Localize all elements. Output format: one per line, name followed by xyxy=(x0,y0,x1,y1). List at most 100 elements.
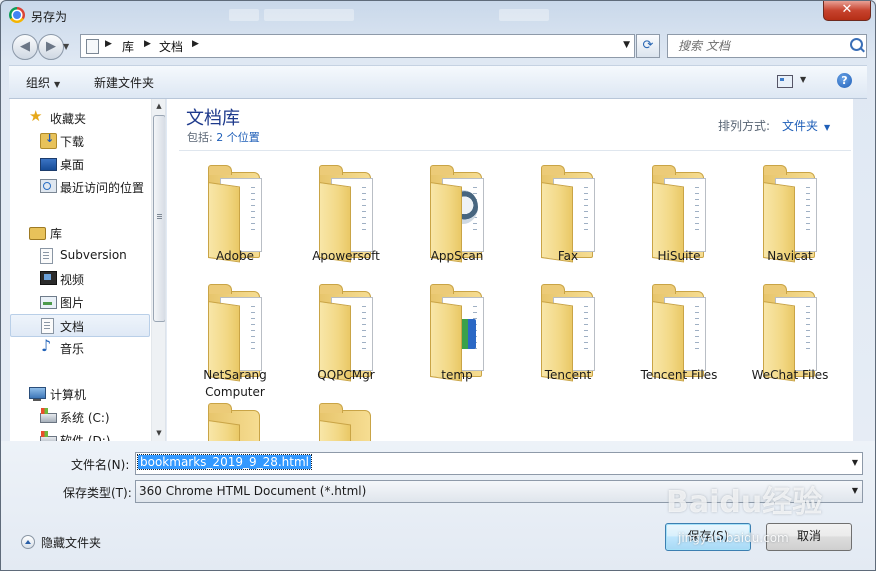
recent-places-icon xyxy=(40,179,57,193)
scroll-down-icon[interactable]: ▼ xyxy=(152,426,165,440)
chevron-down-icon[interactable]: ▼ xyxy=(852,486,858,495)
filetype-label: 保存类型(T): xyxy=(63,486,132,500)
folder-item[interactable]: QQPCMgr xyxy=(291,279,401,397)
search-icon[interactable] xyxy=(850,38,863,51)
folder-label: Tencent Files xyxy=(640,368,718,382)
background-ghost xyxy=(264,9,354,21)
nav-scrollbar[interactable]: ▲ ▼ xyxy=(151,99,165,441)
folder-item[interactable]: Tencent Files xyxy=(624,279,734,397)
folder-label: HiSuite xyxy=(657,249,701,263)
nav-item-music[interactable]: 音乐 xyxy=(10,336,148,358)
back-button[interactable]: ◀ xyxy=(12,34,38,60)
search-input[interactable] xyxy=(676,35,850,57)
arrange-by-label: 排列方式: xyxy=(718,119,771,133)
includes-prefix: 包括: xyxy=(187,131,213,144)
address-bar[interactable]: ▶ 库 ▶ 文档 ▶ ▼ xyxy=(80,34,635,58)
nav-item-drive-c[interactable]: 系统 (C:) xyxy=(10,406,148,427)
nav-item-videos[interactable]: 视频 xyxy=(10,268,148,289)
folder-item[interactable]: Apowersoft xyxy=(291,160,401,278)
folder-item[interactable]: AppScan xyxy=(402,160,512,278)
nav-item-pictures[interactable]: 图片 xyxy=(10,291,148,312)
library-icon xyxy=(29,227,46,240)
arrange-by-dropdown[interactable]: 文件夹 ▼ xyxy=(782,117,830,134)
help-icon[interactable]: ? xyxy=(837,73,852,88)
breadcrumb-library[interactable]: 库 xyxy=(122,38,134,55)
folder-label: Adobe xyxy=(216,249,254,263)
refresh-button[interactable]: ⟳ xyxy=(636,34,660,58)
organize-menu[interactable]: 组织 ▼ xyxy=(26,74,60,91)
document-icon xyxy=(41,318,54,334)
save-as-dialog: 另存为 ✕ ◀ ▶ ▼ ▶ 库 ▶ 文档 ▶ ▼ ⟳ 组织▼ 新建文件夹 ▼ ?… xyxy=(0,0,876,571)
nav-item-label: 图片 xyxy=(60,296,85,310)
navigation-pane: 收藏夹 下载 桌面 最近访问的位置 库 Subversion 视频 图片 xyxy=(10,99,166,441)
folder-front-icon xyxy=(319,420,351,441)
folder-item[interactable]: WeChat Files xyxy=(735,279,845,397)
nav-item-label: 下载 xyxy=(60,135,85,149)
nav-item-label: 最近访问的位置 xyxy=(60,181,145,195)
folder-label: Apowersoft xyxy=(312,249,380,263)
search-box[interactable] xyxy=(667,34,867,58)
chevron-down-icon[interactable]: ▼ xyxy=(852,458,858,467)
folder-item[interactable]: Fax xyxy=(513,160,623,278)
folder-label: Fax xyxy=(557,249,579,263)
pictures-icon xyxy=(40,296,57,309)
file-list-pane: 文档库 包括: 2 个位置 排列方式: 文件夹 ▼ Adobe Apowersof… xyxy=(167,99,853,441)
folder-item[interactable]: temp xyxy=(402,279,512,397)
nav-item-recent-places[interactable]: 最近访问的位置 xyxy=(10,176,148,197)
breadcrumb-separator-icon[interactable]: ▶ xyxy=(144,39,151,49)
chevron-down-icon: ▼ xyxy=(54,80,61,89)
forward-button[interactable]: ▶ xyxy=(38,34,64,60)
nav-item-label: 系统 (C:) xyxy=(60,411,110,425)
background-ghost xyxy=(499,9,549,21)
folder-item[interactable]: Navicat xyxy=(735,160,845,278)
filename-value[interactable]: bookmarks_2019_9_28.html xyxy=(136,454,313,470)
hide-folders-label: 隐藏文件夹 xyxy=(41,536,102,550)
folder-item[interactable]: HiSuite xyxy=(624,160,734,278)
folder-item[interactable] xyxy=(180,398,290,441)
nav-item-downloads[interactable]: 下载 xyxy=(10,130,148,151)
grip-icon xyxy=(157,214,162,215)
nav-favorites-label: 收藏夹 xyxy=(50,112,87,126)
nav-libraries[interactable]: 库 xyxy=(10,222,148,243)
nav-item-label: Subversion xyxy=(60,248,127,262)
nav-computer[interactable]: 计算机 xyxy=(10,383,148,404)
nav-item-label: 桌面 xyxy=(60,158,85,172)
hide-folders-toggle[interactable]: 隐藏文件夹 xyxy=(21,534,101,551)
new-folder-button[interactable]: 新建文件夹 xyxy=(94,74,154,91)
breadcrumb-separator-icon[interactable]: ▶ xyxy=(105,39,112,49)
nav-item-label: 视频 xyxy=(60,273,85,287)
nav-item-documents[interactable]: 文档 xyxy=(10,314,150,337)
scroll-thumb[interactable] xyxy=(153,115,165,322)
close-button[interactable]: ✕ xyxy=(823,1,871,21)
breadcrumb-documents[interactable]: 文档 xyxy=(159,38,183,55)
scroll-up-icon[interactable]: ▲ xyxy=(152,99,165,113)
arrange-by-value: 文件夹 xyxy=(782,119,819,133)
folder-item[interactable]: NetSarang Computer xyxy=(180,279,290,399)
view-options-dropdown[interactable]: ▼ xyxy=(800,75,806,84)
nav-item-desktop[interactable]: 桌面 xyxy=(10,153,148,174)
folder-label: WeChat Files xyxy=(751,368,829,382)
folder-item[interactable]: Tencent xyxy=(513,279,623,397)
change-view-icon[interactable] xyxy=(777,75,793,88)
nav-item-drive-d[interactable]: 软件 (D:) xyxy=(10,429,148,441)
computer-icon xyxy=(29,387,46,401)
includes-locations-link[interactable]: 2 个位置 xyxy=(216,131,260,144)
library-includes: 包括: 2 个位置 xyxy=(187,129,260,145)
folder-label: AppScan xyxy=(430,249,484,263)
filename-field[interactable]: bookmarks_2019_9_28.html ▼ xyxy=(135,452,863,475)
organize-label: 组织 xyxy=(26,76,51,90)
folder-item[interactable]: Adobe xyxy=(180,160,290,278)
filename-label: 文件名(N): xyxy=(71,458,130,472)
drive-icon xyxy=(40,408,57,423)
star-icon xyxy=(29,107,44,125)
breadcrumb-separator-icon[interactable]: ▶ xyxy=(192,39,199,49)
nav-computer-label: 计算机 xyxy=(50,388,87,402)
recent-pages-dropdown[interactable]: ▼ xyxy=(63,42,69,51)
chevron-down-icon: ▼ xyxy=(824,123,831,132)
filetype-value: 360 Chrome HTML Document (*.html) xyxy=(139,484,367,498)
folder-item[interactable] xyxy=(291,398,401,441)
nav-item-subversion[interactable]: Subversion xyxy=(10,245,148,266)
chrome-app-icon xyxy=(9,7,25,23)
address-dropdown-icon[interactable]: ▼ xyxy=(623,40,630,50)
nav-favorites[interactable]: 收藏夹 xyxy=(10,107,148,128)
